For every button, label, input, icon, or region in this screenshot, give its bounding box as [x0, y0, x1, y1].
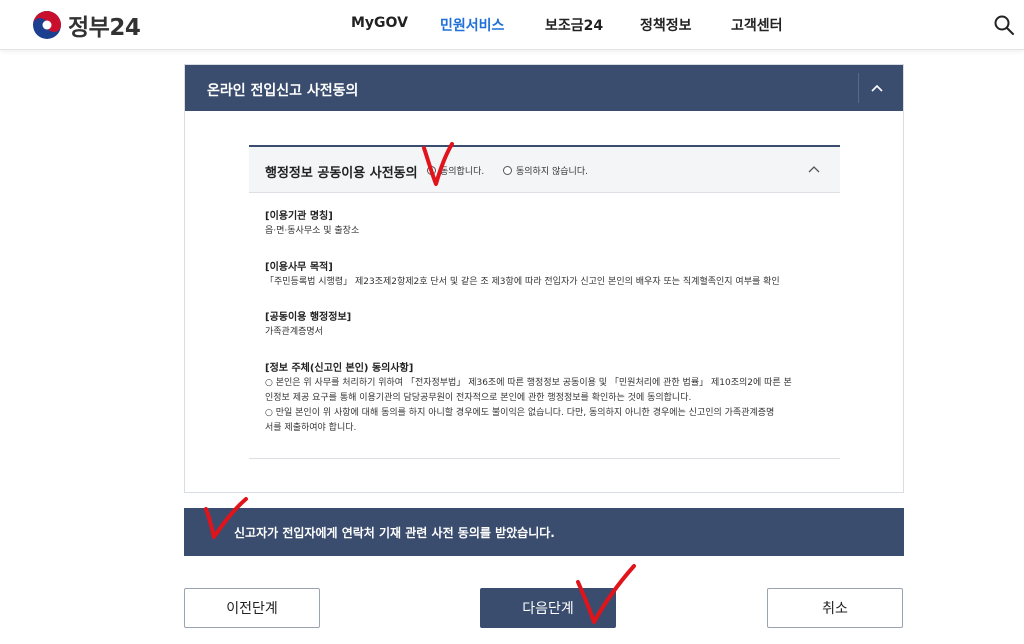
shared-info-block: [공동이용 행정정보] 가족관계증명서 — [265, 310, 827, 340]
section-title: 행정정보 공동이용 사전동의 — [265, 166, 418, 181]
subject-consent-line: ○ 본인은 위 사무를 처리하기 위하여 「전자정부법」 제36조에 따른 행정… — [265, 378, 792, 388]
subject-consent-heading: [정보 주체(신고인 본인) 동의사항] — [265, 363, 414, 374]
subject-consent-line: 인정보 제공 요구를 통해 이용기관의 담당공무원이 전자적으로 본인에 관한 … — [265, 393, 692, 403]
main-nav: MyGOV 민원서비스 보조금24 정책정보 고객센터 — [0, 0, 1024, 50]
subject-consent-line: ○ 만일 본인이 위 사항에 대해 동의를 하지 아니할 경우에도 불이익은 없… — [265, 408, 775, 418]
chevron-up-icon[interactable] — [865, 77, 889, 99]
subject-consent-line: 서를 제출하여야 합니다. — [265, 423, 357, 433]
org-name-block: [이용기관 명칭] 읍·면·동사무소 및 출장소 — [265, 209, 827, 239]
nav-policy-info[interactable]: 정책정보 — [640, 15, 692, 35]
purpose-heading: [이용사무 목적] — [265, 262, 333, 273]
top-header: 정부24 MyGOV 민원서비스 보조금24 정책정보 고객센터 — [0, 0, 1024, 50]
purpose-text: 「주민등록법 시행령」 제23조제2항제2호 단서 및 같은 조 제3항에 따라… — [265, 277, 780, 287]
next-step-button[interactable]: 다음단계 — [480, 588, 616, 628]
contact-consent-text: 신고자가 전입자에게 연락처 기재 관련 사전 동의를 받았습니다. — [234, 526, 555, 540]
agree-radio[interactable]: 동의합니다. — [427, 164, 484, 177]
radio-circle — [427, 166, 436, 175]
consent-panel: 온라인 전입신고 사전동의 행정정보 공동이용 사전동의 동의합니다. 동의하지… — [184, 64, 904, 493]
admin-info-consent-section: 행정정보 공동이용 사전동의 동의합니다. 동의하지 않습니다. [이용기관 명… — [249, 145, 840, 460]
radio-circle — [503, 166, 512, 175]
org-name-text: 읍·면·동사무소 및 출장소 — [265, 226, 360, 236]
nav-customer-center[interactable]: 고객센터 — [731, 15, 783, 35]
section-header: 행정정보 공동이용 사전동의 동의합니다. 동의하지 않습니다. — [249, 145, 840, 193]
search-icon[interactable] — [992, 13, 1016, 37]
header-divider — [858, 73, 859, 103]
chevron-up-icon[interactable] — [806, 163, 822, 175]
contact-consent-bar[interactable]: 신고자가 전입자에게 연락처 기재 관련 사전 동의를 받았습니다. — [184, 508, 904, 556]
disagree-label: 동의하지 않습니다. — [516, 167, 588, 177]
prev-step-button[interactable]: 이전단계 — [184, 588, 320, 628]
panel-title: 온라인 전입신고 사전동의 — [207, 83, 359, 99]
subject-consent-block: [정보 주체(신고인 본인) 동의사항] ○ 본인은 위 사무를 처리하기 위하… — [265, 361, 827, 436]
org-name-heading: [이용기관 명칭] — [265, 211, 333, 222]
purpose-block: [이용사무 목적] 「주민등록법 시행령」 제23조제2항제2호 단서 및 같은… — [265, 260, 827, 290]
nav-subsidy24[interactable]: 보조금24 — [545, 15, 603, 35]
panel-header[interactable]: 온라인 전입신고 사전동의 — [185, 65, 903, 111]
disagree-radio[interactable]: 동의하지 않습니다. — [503, 164, 588, 177]
nav-mygov[interactable]: MyGOV — [351, 15, 408, 31]
shared-info-heading: [공동이용 행정정보] — [265, 312, 352, 323]
cancel-button[interactable]: 취소 — [767, 588, 903, 628]
agree-label: 동의합니다. — [440, 167, 485, 177]
section-bottom-border — [249, 458, 840, 459]
nav-civil-service[interactable]: 민원서비스 — [440, 15, 504, 35]
shared-info-text: 가족관계증명서 — [265, 327, 323, 337]
